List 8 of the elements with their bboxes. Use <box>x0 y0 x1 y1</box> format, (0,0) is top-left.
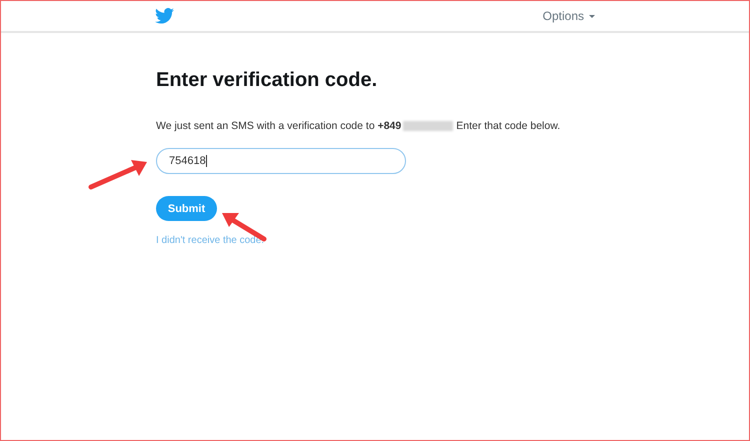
options-menu[interactable]: Options <box>542 9 595 23</box>
page-heading: Enter verification code. <box>156 69 378 92</box>
sms-message: We just sent an SMS with a verification code to +849 <box>156 120 402 132</box>
bird-logo[interactable] <box>155 8 174 24</box>
blurred-number <box>403 121 454 131</box>
code-input-field[interactable]: 754618 <box>156 148 406 174</box>
instruction-text: Enter that code below. <box>456 120 560 132</box>
submit-button[interactable]: Submit <box>156 196 217 221</box>
